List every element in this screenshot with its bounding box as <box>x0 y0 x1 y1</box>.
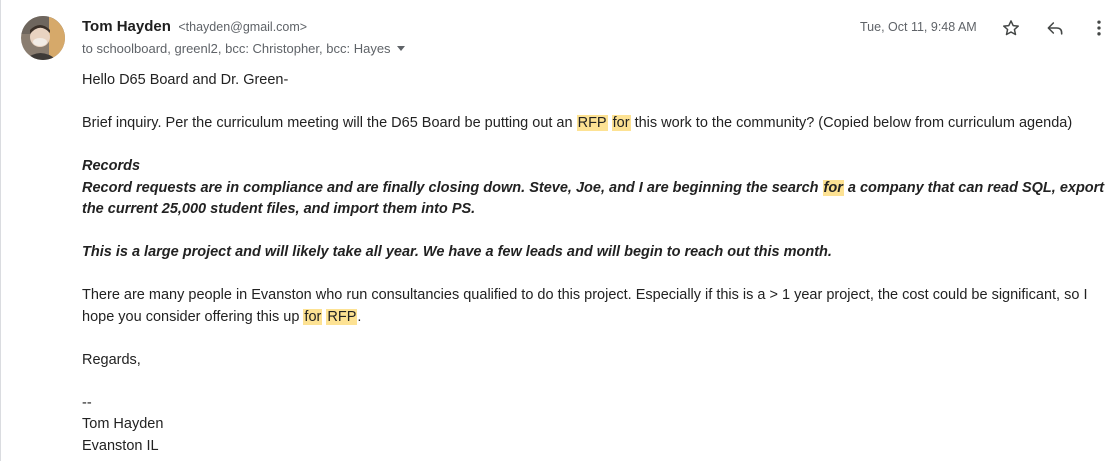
closing: Regards, <box>82 351 141 368</box>
recipients-text: to schoolboard, greenl2, bcc: Christophe… <box>82 41 391 56</box>
records-heading: Records <box>82 158 141 174</box>
star-button[interactable] <box>999 16 1023 40</box>
message-body: Hello D65 Board and Dr. Green- Brief inq… <box>82 70 1116 457</box>
large-project-paragraph: This is a large project and will likely … <box>82 244 832 260</box>
search-highlight: for <box>303 308 323 325</box>
signature-location: Evanston IL <box>82 437 159 454</box>
search-highlight: RFP <box>326 308 358 325</box>
email-message: Tom Hayden <thayden@gmail.com> to school… <box>0 0 1119 461</box>
reply-icon <box>1047 22 1063 35</box>
sender-name[interactable]: Tom Hayden <box>82 18 171 35</box>
signature-name: Tom Hayden <box>82 416 164 432</box>
more-options-button[interactable] <box>1087 16 1111 40</box>
search-highlight: for <box>611 115 631 131</box>
sender-line: Tom Hayden <thayden@gmail.com> <box>82 18 307 36</box>
search-highlight: for <box>822 179 844 196</box>
message-date: Tue, Oct 11, 9:48 AM <box>860 20 977 34</box>
greeting: Hello D65 Board and Dr. Green- <box>82 72 289 88</box>
reply-button[interactable] <box>1043 16 1067 40</box>
more-vert-icon <box>1097 20 1101 36</box>
star-icon <box>1003 20 1019 36</box>
sender-email: <thayden@gmail.com> <box>178 20 308 34</box>
records-paragraph: Record requests are in compliance and ar… <box>82 179 1105 217</box>
body-paragraph-consultancies: There are many people in Evanston who ru… <box>82 287 1088 325</box>
avatar[interactable] <box>21 16 65 60</box>
avatar-photo <box>21 16 65 60</box>
recipients-line: to schoolboard, greenl2, bcc: Christophe… <box>82 41 405 56</box>
search-highlight: RFP <box>576 115 608 131</box>
body-paragraph-inquiry: Brief inquiry. Per the curriculum meetin… <box>82 115 1073 131</box>
signature-separator: -- <box>82 394 92 411</box>
chevron-down-icon[interactable] <box>396 46 405 51</box>
